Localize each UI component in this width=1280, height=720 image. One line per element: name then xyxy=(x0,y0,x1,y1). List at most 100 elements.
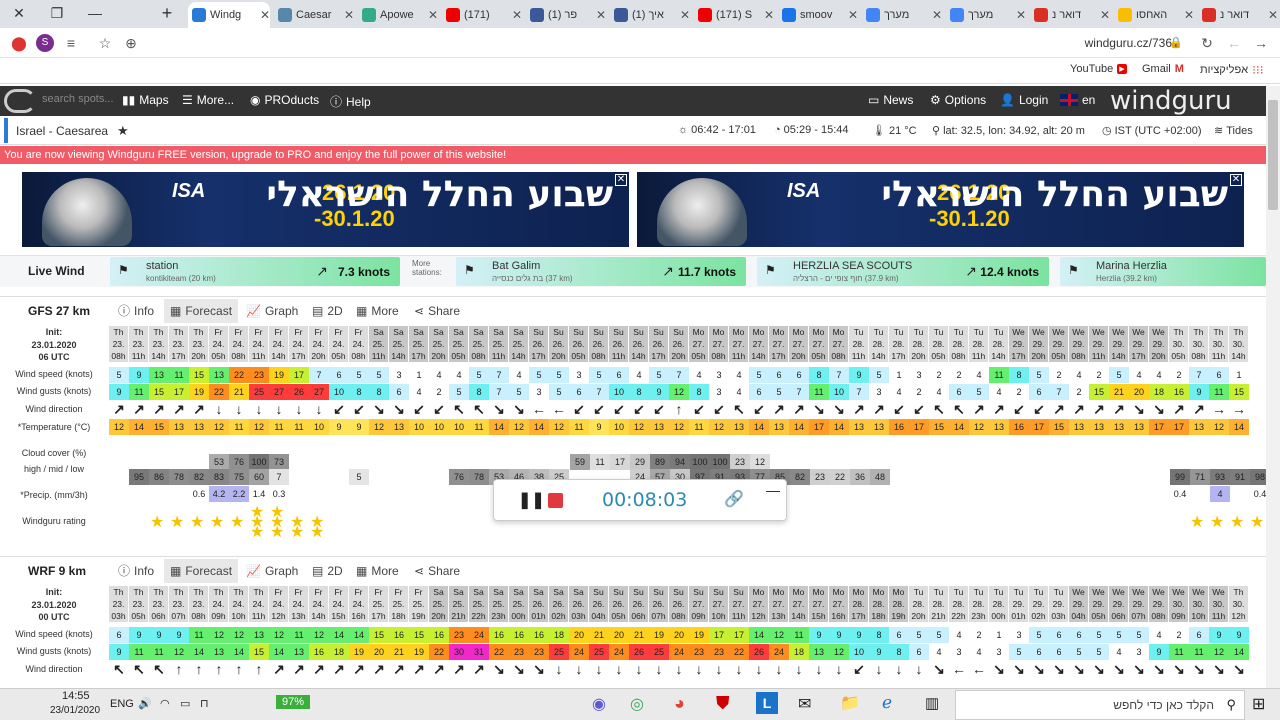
reload-icon[interactable]: ↻ xyxy=(1198,34,1216,52)
chrome-icon[interactable]: ◕ xyxy=(674,693,685,714)
graph-tab[interactable]: 📈 Graph xyxy=(240,299,304,323)
shield-app-icon[interactable]: ⛊ xyxy=(716,693,730,714)
browser-tab[interactable]: Caesar ✕ xyxy=(274,2,354,28)
pause-icon[interactable]: ❚❚ xyxy=(518,490,545,510)
tab-close-icon[interactable]: ✕ xyxy=(932,8,942,22)
ad-close-icon[interactable]: ✕ xyxy=(615,174,627,186)
bookmark-star-icon[interactable]: ☆ xyxy=(96,34,114,52)
restore-window-icon[interactable]: ❐ xyxy=(42,3,72,23)
news-link[interactable]: ▭ News xyxy=(868,93,913,107)
add-bookmark-icon[interactable]: ⊕ xyxy=(122,34,140,52)
bookmark-apps[interactable]: אפליקציות ⁝⁝⁝ xyxy=(1200,63,1264,77)
more-tab[interactable]: ▦ More xyxy=(350,299,405,323)
tab-close-icon[interactable]: ✕ xyxy=(1016,8,1026,22)
browser-tab[interactable]: האחסו ✕ xyxy=(1114,2,1194,28)
tab-close-icon[interactable]: ✕ xyxy=(512,8,522,22)
reading-list-icon[interactable]: ≡ xyxy=(62,34,80,52)
windguru-logo[interactable]: windguru xyxy=(1110,86,1232,116)
share-tab[interactable]: ⋖ Share xyxy=(408,559,466,583)
wifi-icon[interactable]: ◠ xyxy=(160,697,170,710)
profile-avatar[interactable]: S xyxy=(36,34,54,52)
ad-banner-right[interactable]: ISA 26.1.20 -30.1.20 שבוע החלל הישראלי ✕ xyxy=(637,172,1244,247)
mail-icon[interactable]: ✉ xyxy=(798,694,811,714)
stop-icon[interactable] xyxy=(548,493,563,508)
info-tab[interactable]: ⓘ Info xyxy=(112,559,160,583)
tab-close-icon[interactable]: ✕ xyxy=(764,8,774,22)
task-view-icon[interactable]: ▥ xyxy=(925,694,939,712)
chat-app-icon[interactable]: ◎ xyxy=(630,694,644,714)
link-icon[interactable]: 🔗 xyxy=(724,489,744,509)
l-app-icon[interactable]: L xyxy=(756,692,778,714)
more-menu[interactable]: ☰ More... xyxy=(182,93,234,107)
back-icon[interactable]: → xyxy=(1252,34,1270,52)
scrollbar-thumb[interactable] xyxy=(1268,100,1278,210)
language-select[interactable]: en xyxy=(1060,93,1095,107)
tides-link[interactable]: ≋ Tides xyxy=(1214,124,1253,138)
forecast-tab[interactable]: ▦ Forecast xyxy=(164,559,239,583)
windguru-swirl-logo[interactable] xyxy=(4,89,36,113)
share-tab[interactable]: ⋖ Share xyxy=(408,299,466,323)
login-link[interactable]: 👤 Login xyxy=(1000,93,1048,107)
ad-close-icon[interactable]: ✕ xyxy=(1230,174,1242,186)
graph-tab[interactable]: 📈 Graph xyxy=(240,559,304,583)
recorder-taskbar-icon[interactable]: ◉ xyxy=(592,694,606,714)
minimize-recorder-icon[interactable]: — xyxy=(766,482,780,498)
minimize-window-icon[interactable]: — xyxy=(80,3,110,23)
pro-upgrade-banner[interactable]: You are now viewing Windguru FREE versio… xyxy=(0,146,1266,164)
browser-tab[interactable]: מערך ✕ xyxy=(946,2,1026,28)
bookmark-youtube[interactable]: YouTube ▶ xyxy=(1070,63,1127,75)
battery-icon[interactable]: ▭ xyxy=(180,697,190,710)
close-window-icon[interactable]: ✕ xyxy=(4,3,34,23)
browser-tab[interactable]: דואר נ ✕ xyxy=(1198,2,1278,28)
tab-close-icon[interactable]: ✕ xyxy=(260,8,270,22)
tab-close-icon[interactable]: ✕ xyxy=(680,8,690,22)
tab-close-icon[interactable]: ✕ xyxy=(1268,8,1278,22)
browser-tab[interactable]: Apowe ✕ xyxy=(358,2,438,28)
tab-close-icon[interactable]: ✕ xyxy=(1100,8,1110,22)
help-link[interactable]: ⓘ Help xyxy=(330,93,371,110)
bookmark-gmail[interactable]: Gmail M xyxy=(1142,63,1184,75)
start-windows-icon[interactable]: ⊞ xyxy=(1252,694,1265,714)
browser-tab[interactable]: (171) ✕ xyxy=(442,2,522,28)
browser-tab[interactable]: מערך ✕ xyxy=(862,2,942,28)
browser-tab[interactable]: (1) פר ✕ xyxy=(526,2,606,28)
tab-close-icon[interactable]: ✕ xyxy=(428,8,438,22)
volume-icon[interactable]: 🔊 xyxy=(138,697,152,710)
tab-close-icon[interactable]: ✕ xyxy=(596,8,606,22)
taskbar-search-box[interactable]: הקלד כאן כדי לחפש ⚲ xyxy=(955,690,1245,720)
station-card-3[interactable]: ⚑ Marina Herzlia Herzlia (39.2 km) xyxy=(1060,257,1266,286)
browser-tab[interactable]: דואר נ ✕ xyxy=(1030,2,1110,28)
input-language[interactable]: ENG xyxy=(110,698,134,710)
favorite-star-icon[interactable]: ★ xyxy=(117,123,129,139)
browser-tab[interactable]: (1) איך ✕ xyxy=(610,2,690,28)
options-link[interactable]: ⚙ Options xyxy=(930,93,986,107)
forecast-tab[interactable]: ▦ Forecast xyxy=(164,299,239,323)
ad-banner-left[interactable]: ISA 26.1.20 -30.1.20 שבוע החלל הישראלי ✕ xyxy=(22,172,629,247)
clock-date[interactable]: 23/01/2020 xyxy=(50,705,100,716)
search-spots-input[interactable]: search spots... xyxy=(42,93,114,105)
products-link[interactable]: ◉ PROducts xyxy=(250,93,319,107)
url-field[interactable]: windguru.cz/736 xyxy=(1085,36,1172,50)
browser-tab[interactable]: (171) S ✕ xyxy=(694,2,774,28)
twod-tab[interactable]: ▤ 2D xyxy=(306,299,349,323)
info-tab[interactable]: ⓘ Info xyxy=(112,299,160,323)
edge-icon[interactable]: ℯ xyxy=(882,693,892,713)
maps-link[interactable]: ▮▮ Maps xyxy=(122,93,169,107)
twod-tab[interactable]: ▤ 2D xyxy=(306,559,349,583)
browser-tab[interactable]: Windg ✕ xyxy=(188,2,270,28)
folder-icon[interactable]: 📁 xyxy=(840,693,860,713)
extension-icon[interactable]: ⬤ xyxy=(10,34,28,52)
tab-close-icon[interactable]: ✕ xyxy=(1184,8,1194,22)
more-tab[interactable]: ▦ More xyxy=(350,559,405,583)
station-card-1[interactable]: ⚑ Bat Galim בת גלים כנסייה (37 km) ↗ 11.… xyxy=(456,257,746,286)
forward-icon[interactable]: ← xyxy=(1225,34,1243,52)
tab-close-icon[interactable]: ✕ xyxy=(344,8,354,22)
browser-tab[interactable]: smoov ✕ xyxy=(778,2,858,28)
station-card-2[interactable]: ⚑ HERZLIA SEA SCOUTS חוף צופי ים - הרצלי… xyxy=(757,257,1049,286)
usb-icon[interactable]: ⊓ xyxy=(200,697,209,710)
battery-percent[interactable]: 97% xyxy=(276,695,311,709)
clock-time[interactable]: 14:55 xyxy=(62,690,90,702)
new-tab-icon[interactable]: + xyxy=(152,3,182,23)
tab-close-icon[interactable]: ✕ xyxy=(848,8,858,22)
station-card-0[interactable]: ⚑ station kontikiteam (20 km) ↗ 7.3 knot… xyxy=(110,257,400,286)
